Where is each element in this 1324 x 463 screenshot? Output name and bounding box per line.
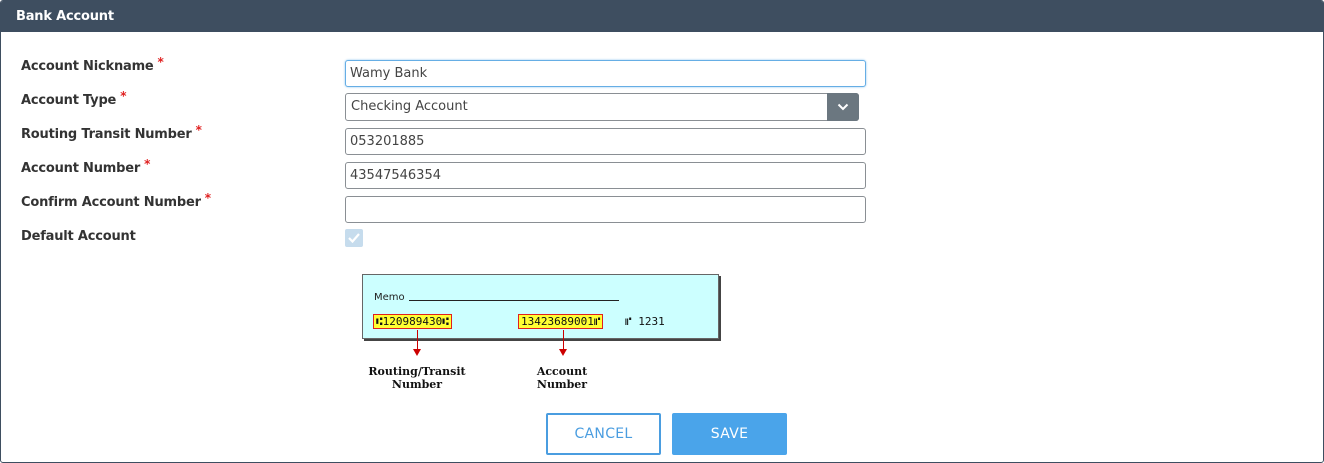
- routing-caption: Routing/Transit Number: [367, 365, 467, 391]
- nickname-label: Account Nickname *: [21, 55, 164, 74]
- dropdown-toggle-button[interactable]: [827, 93, 859, 121]
- account-number-label-text: Account Number: [21, 161, 141, 176]
- account-micr-highlight: 13423689001⑈: [518, 314, 604, 329]
- account-type-value: Checking Account: [351, 99, 468, 114]
- account-nickname-input[interactable]: [345, 60, 866, 87]
- routing-micr-highlight: ⑆120989430⑆: [373, 314, 452, 329]
- nickname-label-text: Account Nickname: [21, 59, 154, 74]
- routing-caption-line2: Number: [391, 378, 443, 391]
- default-account-label: Default Account: [21, 229, 136, 244]
- account-arrow: [563, 330, 564, 350]
- panel-title: Bank Account: [1, 1, 1323, 32]
- account-number-label: Account Number *: [21, 157, 150, 176]
- required-marker: *: [120, 89, 127, 103]
- routing-caption-line1: Routing/Transit: [368, 365, 466, 378]
- default-account-checkbox[interactable]: [345, 229, 363, 247]
- account-micr: 13423689001⑈: [518, 314, 604, 330]
- memo-label: Memo: [374, 292, 405, 303]
- chevron-down-icon: [837, 103, 849, 111]
- account-caption-line1: Account: [536, 365, 588, 378]
- required-marker: *: [195, 123, 202, 137]
- required-marker: *: [144, 157, 151, 171]
- routing-label-text: Routing Transit Number: [21, 127, 192, 142]
- required-marker: *: [157, 55, 164, 69]
- routing-label: Routing Transit Number *: [21, 123, 202, 142]
- bank-account-panel: Bank Account Account Nickname* Account T…: [0, 0, 1324, 463]
- account-caption-line2: Number: [536, 378, 588, 391]
- account-arrow-head: [559, 349, 567, 356]
- confirm-account-number-input[interactable]: [345, 196, 866, 223]
- account-caption: Account Number: [522, 365, 602, 391]
- sample-check-image: Memo ⑆120989430⑆ 13423689001⑈ ⑈ 1231: [362, 274, 719, 339]
- account-number-input[interactable]: [345, 162, 866, 189]
- required-marker: *: [204, 191, 211, 205]
- memo-line: [409, 300, 619, 301]
- account-type-select[interactable]: Checking Account: [345, 93, 859, 121]
- account-type-label: Account Type *: [21, 89, 126, 108]
- check-diagram: Memo ⑆120989430⑆ 13423689001⑈ ⑈ 1231: [362, 274, 719, 340]
- check-number-micr: ⑈ 1231: [625, 315, 665, 328]
- routing-micr: ⑆120989430⑆: [373, 314, 452, 330]
- routing-number-input[interactable]: [345, 128, 866, 155]
- routing-arrow-head: [413, 349, 421, 356]
- confirm-account-label-text: Confirm Account Number: [21, 195, 201, 210]
- checkmark-icon: [348, 233, 360, 244]
- confirm-account-label: Confirm Account Number *: [21, 191, 211, 210]
- cancel-button[interactable]: CANCEL: [546, 413, 661, 455]
- routing-arrow: [417, 330, 418, 350]
- save-button[interactable]: SAVE: [672, 413, 787, 455]
- account-type-label-text: Account Type: [21, 93, 117, 108]
